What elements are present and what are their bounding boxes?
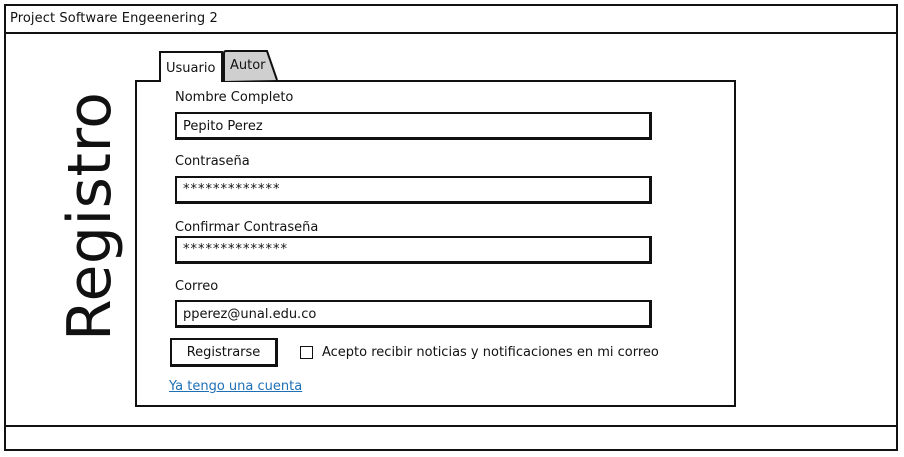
title-bar: Project Software Engeenering 2 <box>6 6 896 34</box>
notifications-checkbox[interactable] <box>300 346 313 359</box>
name-field[interactable]: Pepito Perez <box>175 112 652 140</box>
register-button[interactable]: Registrarse <box>170 338 278 367</box>
email-label: Correo <box>175 279 219 294</box>
confirm-password-label: Confirmar Contraseña <box>175 220 319 235</box>
page-title: Registro <box>55 91 125 341</box>
tab-usuario[interactable]: Usuario <box>159 51 223 82</box>
notifications-checkbox-label: Acepto recibir noticias y notificaciones… <box>322 345 659 360</box>
window-title: Project Software Engeenering 2 <box>10 11 218 26</box>
password-label: Contraseña <box>175 154 250 169</box>
email-field[interactable]: pperez@unal.edu.co <box>175 300 652 328</box>
confirm-password-field[interactable]: ************** <box>175 236 652 264</box>
tab-usuario-label: Usuario <box>166 61 216 76</box>
status-bar <box>6 425 896 449</box>
login-link[interactable]: Ya tengo una cuenta <box>169 379 302 394</box>
tab-autor[interactable]: Autor <box>223 50 278 81</box>
password-field[interactable]: ************* <box>175 176 652 204</box>
tab-autor-label: Autor <box>230 58 266 73</box>
name-label: Nombre Completo <box>175 90 294 105</box>
